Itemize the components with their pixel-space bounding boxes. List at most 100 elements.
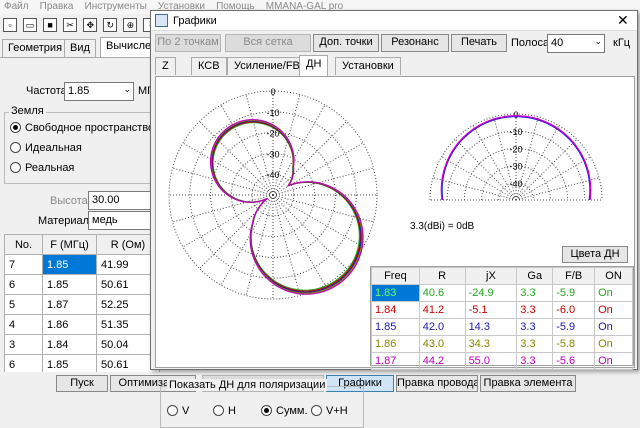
menu-edit[interactable]: Правка (36, 0, 78, 12)
dn-col-header[interactable]: jX (464, 267, 518, 285)
gain-reference-label: 3.3(dBi) = 0dB (410, 221, 475, 232)
move-icon[interactable]: ✥ (83, 18, 98, 32)
dn-table-cell: 55.0 (464, 352, 518, 370)
dn-table-header: Freq RjX Ga F/B ON (371, 267, 633, 285)
dn-table-cell: 3.3 (516, 284, 554, 302)
col-freq[interactable]: F (МГц) (42, 234, 97, 255)
zoom-icon[interactable]: ⊕ (123, 18, 138, 32)
tab-swr[interactable]: КСВ (191, 57, 227, 75)
two-points-button[interactable]: По 2 точкам (155, 34, 221, 52)
tab-settings[interactable]: Установки (335, 57, 401, 75)
extra-points-button[interactable]: Доп. точки (313, 34, 379, 52)
dn-col-header[interactable]: Ga (516, 267, 554, 285)
dn-table-cell: 1.87 (371, 352, 420, 370)
polar-grid-spoke (272, 121, 347, 196)
dn-table-cell: -5.6 (552, 352, 596, 370)
pattern-colors-button[interactable]: Цвета ДН (562, 246, 628, 263)
new-file-icon[interactable]: ▫ (3, 18, 17, 32)
polar-grid-spoke (272, 194, 326, 286)
radio-icon (311, 405, 322, 416)
chevron-down-icon[interactable]: ⌄ (594, 36, 602, 47)
polar-grid-spoke (515, 156, 591, 201)
ground-real-radio[interactable]: Реальная (10, 162, 74, 174)
dn-table-cell: 41.2 (418, 301, 466, 319)
dn-table-cell: 1.86 (371, 335, 420, 353)
dn-table-row[interactable]: 1.84 41.2 -5.1 3.3 -6.0 On (371, 301, 633, 319)
polar-grid-spoke (182, 194, 274, 248)
ground-ideal-radio[interactable]: Идеальная (10, 142, 82, 154)
cut-icon[interactable]: ✂ (63, 18, 78, 32)
freq-label: Частота (26, 85, 67, 97)
tab-view[interactable]: Вид (64, 39, 96, 57)
horizontal-pattern-trace (211, 120, 362, 293)
chevron-down-icon[interactable]: ⌄ (123, 84, 131, 95)
table-row[interactable]: 6 1.85 50.61 (4, 274, 160, 295)
dn-table-cell: -5.8 (552, 335, 596, 353)
close-icon[interactable]: ✕ (617, 12, 629, 29)
results-table: No. F (МГц) R (Ом) 7 1.85 41.99 6 1.85 50.61… (4, 234, 160, 375)
band-select[interactable]: 40 ⌄ (547, 34, 605, 53)
resonance-button[interactable]: Резонанс (381, 34, 449, 52)
radio-icon (213, 405, 224, 416)
polarization-group: Показать ДН для поляризации V H Сумм. V+… (160, 379, 364, 428)
polarization-title: Показать ДН для поляризации (167, 379, 328, 391)
table-row[interactable]: 7 1.85 41.99 (4, 254, 160, 275)
dn-col-header[interactable]: R (418, 267, 466, 285)
dn-table-cell: 43.0 (418, 335, 466, 353)
dn-table-row[interactable]: 1.86 43.0 34.3 3.3 -5.8 On (371, 335, 633, 353)
save-icon[interactable]: ■ (43, 18, 58, 32)
freq-input[interactable]: 1.85 ⌄ (64, 82, 134, 101)
tab-gain-fb[interactable]: Усиление/FB (227, 57, 307, 75)
radio-selected-icon (261, 405, 272, 416)
run-button[interactable]: Пуск (56, 375, 108, 392)
dn-table-row[interactable]: 1.85 42.0 14.3 3.3 -5.9 On (371, 318, 633, 336)
tab-z[interactable]: Z (155, 57, 176, 75)
table-row[interactable]: 5 1.87 52.25 (4, 294, 160, 315)
pol-v-radio[interactable]: V (167, 405, 189, 417)
dn-col-header[interactable]: ON (594, 267, 633, 285)
dn-table-cell: On (594, 284, 633, 302)
main-tabs: Геометрия Вид Вычислен (0, 36, 164, 58)
polar-tick-label: 0 (513, 110, 518, 120)
pol-sum-radio[interactable]: Сумм. (261, 405, 308, 417)
pol-vh-radio[interactable]: V+H (311, 405, 348, 417)
open-folder-icon[interactable]: ▭ (23, 18, 38, 32)
band-unit: кГц (613, 37, 631, 49)
full-grid-button[interactable]: Вся сетка (225, 34, 311, 52)
dn-table-row[interactable]: 1.83 40.6 -24.9 3.3 -5.9 On (371, 284, 633, 302)
chart-icon (155, 14, 168, 27)
print-button[interactable]: Печать (451, 34, 507, 52)
table-row[interactable]: 4 1.86 51.35 (4, 314, 160, 335)
dn-table-row[interactable]: 1.87 44.2 55.0 3.3 -5.6 On (371, 352, 633, 370)
ground-title: Земля (9, 105, 46, 117)
dn-table: Freq RjX Ga F/B ON 1.83 40.6 -24.9 3.3 -5.9 On 1.84… (370, 266, 634, 370)
polar-grid-spoke (272, 104, 326, 196)
polar-grid-spoke (220, 194, 274, 286)
radio-icon (10, 142, 21, 153)
dn-col-header[interactable]: Freq (371, 267, 420, 285)
tab-pattern[interactable]: ДН (299, 55, 329, 76)
dn-col-header[interactable]: F/B (552, 267, 596, 285)
ground-free-space-radio[interactable]: Свободное пространство (10, 122, 154, 134)
polar-grid-spoke (272, 167, 374, 196)
pol-h-radio[interactable]: H (213, 405, 236, 417)
material-select[interactable]: медь (88, 211, 156, 230)
polar-tick-label: -40 (509, 179, 522, 189)
col-no[interactable]: No. (4, 234, 43, 255)
menu-tools[interactable]: Инструменты (81, 0, 151, 12)
edit-element-button[interactable]: Правка элемента (480, 375, 576, 392)
table-row[interactable]: 3 1.84 50.04 (4, 334, 160, 355)
menu-file[interactable]: Файл (0, 0, 33, 12)
height-input[interactable]: 30.00 (88, 191, 156, 210)
polar-grid-spoke (272, 194, 301, 296)
polar-tick-label: -30 (509, 162, 522, 172)
polar-tick-label: -40 (266, 170, 279, 180)
dialog-titlebar: Графики ✕ (151, 11, 637, 31)
rotate-icon[interactable]: ↻ (103, 18, 118, 32)
tab-geometry[interactable]: Геометрия (2, 39, 69, 57)
edit-wire-button[interactable]: Правка провода (396, 375, 478, 392)
dn-table-cell: On (594, 318, 633, 336)
polar-grid-spoke (182, 142, 274, 196)
dn-table-cell: 40.6 (418, 284, 466, 302)
polar-tick-label: -10 (266, 108, 279, 118)
